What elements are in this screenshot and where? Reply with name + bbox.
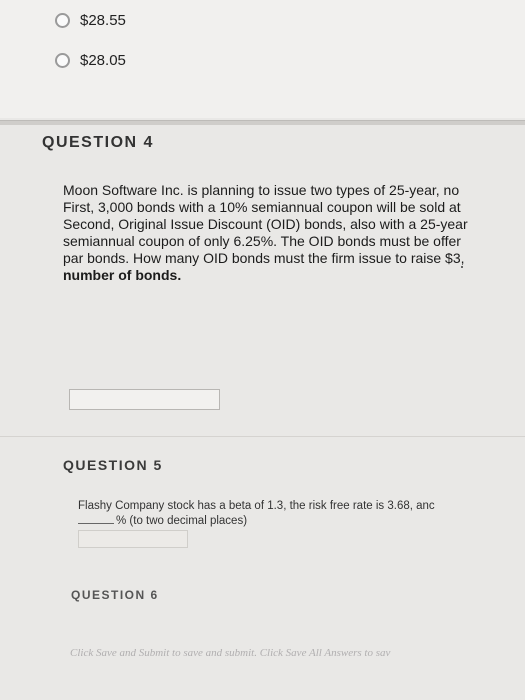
radio-button[interactable] [55,13,70,28]
answer-option-1[interactable]: $28.55 [55,12,126,29]
question-4-line: number of bonds. [63,267,182,283]
question-5-line: Flashy Company stock has a beta of 1.3, … [78,500,435,512]
previous-question-options: $28.55 $28.05 [0,0,525,118]
question-5-line-2: % (to two decimal places) [78,514,525,529]
question-5-header: QUESTION 5 [63,457,163,473]
question-divider [0,120,525,125]
option-label: $28.05 [80,52,126,69]
question-4-answer-input[interactable] [69,389,220,410]
question-4-text: Moon Software Inc. is planning to issue … [63,182,525,284]
question-4-header: QUESTION 4 [42,134,154,151]
option-label: $28.55 [80,12,126,29]
question-4-line: par bonds. How many OID bonds must the f… [63,250,465,266]
fill-in-blank[interactable] [78,523,114,524]
question-4-line: Moon Software Inc. is planning to issue … [63,182,460,198]
submit-instructions: Click Save and Submit to save and submit… [70,647,391,659]
question-4-line: First, 3,000 bonds with a 10% semiannual… [63,199,461,215]
question-4-line: Second, Original Issue Discount (OID) bo… [63,216,468,232]
question-6-header: QUESTION 6 [71,588,159,602]
question-5-answer-input[interactable] [78,530,188,548]
question-5-text: Flashy Company stock has a beta of 1.3, … [78,499,525,529]
question-5-suffix: % (to two decimal places) [116,515,248,527]
question-divider [0,436,525,437]
screen-speck [461,266,463,268]
radio-button[interactable] [55,53,70,68]
answer-option-2[interactable]: $28.05 [55,52,126,69]
question-4-line: semiannual coupon of only 6.25%. The OID… [63,233,461,249]
